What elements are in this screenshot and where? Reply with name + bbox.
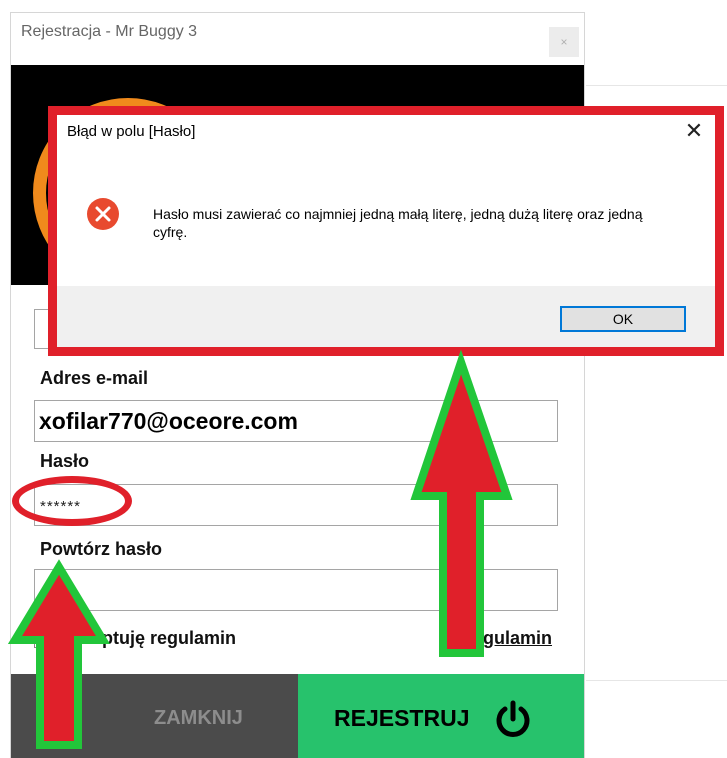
annotation-arrow-dialog <box>410 349 513 657</box>
annotation-arrows <box>7 349 513 749</box>
annotation-arrow-password <box>7 559 111 749</box>
